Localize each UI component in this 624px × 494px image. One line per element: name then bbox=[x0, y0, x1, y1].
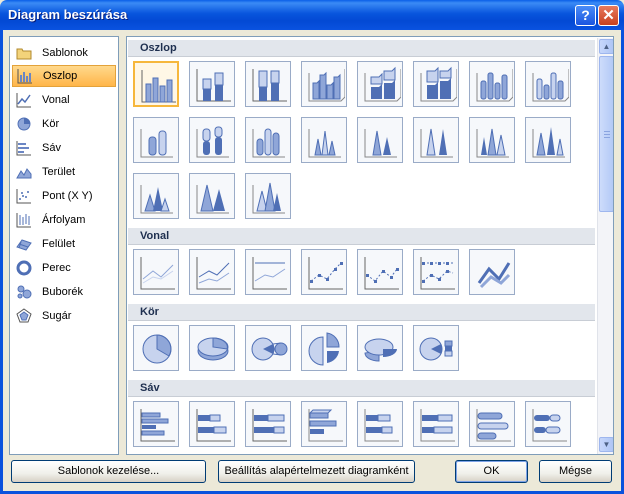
category-item-stock[interactable]: Árfolyam bbox=[12, 209, 116, 231]
category-item-bar[interactable]: Sáv bbox=[12, 137, 116, 159]
chart-thumb-pyramid-clustered[interactable] bbox=[133, 173, 179, 219]
chart-thumb-3d-100-stacked-column[interactable] bbox=[413, 61, 459, 107]
category-label: Pont (X Y) bbox=[42, 190, 93, 202]
chart-thumb-line-markers[interactable] bbox=[301, 249, 347, 295]
chart-thumb-100-stacked-bar[interactable] bbox=[245, 401, 291, 447]
chart-thumb-clustered-column[interactable] bbox=[133, 61, 179, 107]
chart-thumb-bar-of-pie[interactable] bbox=[413, 325, 459, 371]
close-button[interactable]: ✕ bbox=[598, 5, 619, 26]
chart-thumb-cone-stacked[interactable] bbox=[357, 117, 403, 163]
stock-chart-icon bbox=[16, 212, 32, 228]
chart-thumb-cylinder-stacked-bar[interactable] bbox=[525, 401, 571, 447]
manage-templates-button[interactable]: Sablonok kezelése... bbox=[11, 460, 206, 483]
bubble-chart-icon bbox=[16, 284, 32, 300]
chart-thumb-3d-cone-alt[interactable] bbox=[525, 117, 571, 163]
cancel-button[interactable]: Mégse bbox=[539, 460, 612, 483]
doughnut-chart-icon bbox=[16, 260, 32, 276]
chart-thumb-3d-stacked-bar[interactable] bbox=[357, 401, 403, 447]
scroll-thumb[interactable] bbox=[599, 56, 613, 212]
chart-thumb-3d-cone[interactable] bbox=[469, 117, 515, 163]
category-label: Felület bbox=[42, 238, 76, 250]
line-chart-icon bbox=[16, 92, 32, 108]
title-bar: Diagram beszúrása ? ✕ bbox=[0, 0, 624, 30]
chart-thumb-cylinder-100-stacked[interactable] bbox=[245, 117, 291, 163]
chart-thumb-stacked-bar[interactable] bbox=[189, 401, 235, 447]
category-item-templates[interactable]: Sablonok bbox=[12, 42, 116, 64]
folder-icon bbox=[16, 45, 32, 61]
chart-thumb-stacked-line[interactable] bbox=[189, 249, 235, 295]
category-label: Terület bbox=[42, 166, 76, 178]
category-item-scatter[interactable]: Pont (X Y) bbox=[12, 185, 116, 207]
chart-thumb-3d-cylinder-clustered[interactable] bbox=[469, 61, 515, 107]
category-label: Kör bbox=[42, 118, 60, 130]
pie-chart-icon bbox=[16, 116, 32, 132]
chart-thumb-pie-of-pie[interactable] bbox=[245, 325, 291, 371]
category-label: Sáv bbox=[42, 142, 61, 154]
chart-thumb-100-stacked-line[interactable] bbox=[245, 249, 291, 295]
section-header-line: Vonal bbox=[128, 228, 595, 245]
radar-chart-icon bbox=[16, 308, 32, 324]
category-label: Oszlop bbox=[43, 70, 78, 82]
chart-thumb-pyramid-stacked[interactable] bbox=[189, 173, 235, 219]
chart-thumb-3d-100-stacked-bar[interactable] bbox=[413, 401, 459, 447]
area-chart-icon bbox=[16, 164, 32, 180]
category-item-surface[interactable]: Felület bbox=[12, 233, 116, 255]
chart-thumb-line[interactable] bbox=[133, 249, 179, 295]
chart-thumb-3d-line[interactable] bbox=[469, 249, 515, 295]
ok-button[interactable]: OK bbox=[455, 460, 528, 483]
category-item-area[interactable]: Terület bbox=[12, 161, 116, 183]
chart-thumb-cone-clustered[interactable] bbox=[301, 117, 347, 163]
chart-thumb-3d-clustered-column[interactable] bbox=[301, 61, 347, 107]
scatter-chart-icon bbox=[16, 188, 32, 204]
category-label: Sugár bbox=[42, 310, 72, 322]
chart-thumb-cylinder-clustered[interactable] bbox=[133, 117, 179, 163]
category-label: Árfolyam bbox=[42, 214, 86, 226]
section-header-bar: Sáv bbox=[128, 380, 595, 397]
chart-thumb-stacked-line-markers[interactable] bbox=[357, 249, 403, 295]
category-item-pie[interactable]: Kör bbox=[12, 113, 116, 135]
chart-thumb-pie[interactable] bbox=[133, 325, 179, 371]
category-label: Vonal bbox=[42, 94, 70, 106]
section-header-pie: Kör bbox=[128, 304, 595, 321]
scroll-up-icon[interactable]: ▲ bbox=[599, 39, 613, 54]
section-header-column: Oszlop bbox=[128, 40, 595, 57]
chart-thumb-pyramid-100-stacked[interactable] bbox=[245, 173, 291, 219]
window-title: Diagram beszúrása bbox=[8, 7, 128, 22]
chart-thumb-exploded-pie[interactable] bbox=[301, 325, 347, 371]
category-item-line[interactable]: Vonal bbox=[12, 89, 116, 111]
category-item-doughnut[interactable]: Perec bbox=[12, 257, 116, 279]
category-item-radar[interactable]: Sugár bbox=[12, 305, 116, 327]
chart-thumb-cylinder-stacked[interactable] bbox=[189, 117, 235, 163]
chart-type-gallery[interactable]: Oszlop Vonal Kör Sáv ▲ ▼ bbox=[126, 36, 614, 455]
chart-thumb-cylinder-bar[interactable] bbox=[469, 401, 515, 447]
chart-thumb-stacked-column[interactable] bbox=[189, 61, 235, 107]
chart-thumb-cone-100-stacked[interactable] bbox=[413, 117, 459, 163]
help-button[interactable]: ? bbox=[575, 5, 596, 26]
category-label: Buborék bbox=[42, 286, 83, 298]
category-item-column[interactable]: Oszlop bbox=[12, 65, 116, 87]
chart-thumb-3d-stacked-column[interactable] bbox=[357, 61, 403, 107]
chart-thumb-100-stacked-line-markers[interactable] bbox=[413, 249, 459, 295]
chart-thumb-3d-clustered-bar[interactable] bbox=[301, 401, 347, 447]
column-chart-icon bbox=[17, 68, 33, 84]
chart-thumb-100-stacked-column[interactable] bbox=[245, 61, 291, 107]
scroll-down-icon[interactable]: ▼ bbox=[599, 437, 613, 452]
bar-chart-icon bbox=[16, 140, 32, 156]
set-default-chart-button[interactable]: Beállítás alapértelmezett diagramként bbox=[218, 460, 415, 483]
chart-thumb-clustered-bar[interactable] bbox=[133, 401, 179, 447]
category-label: Sablonok bbox=[42, 47, 88, 59]
gallery-scrollbar[interactable]: ▲ ▼ bbox=[597, 38, 613, 454]
chart-thumb-3d-column[interactable] bbox=[525, 61, 571, 107]
category-label: Perec bbox=[42, 262, 71, 274]
surface-chart-icon bbox=[16, 236, 32, 252]
chart-thumb-3d-exploded-pie[interactable] bbox=[357, 325, 403, 371]
category-item-bubble[interactable]: Buborék bbox=[12, 281, 116, 303]
chart-category-list[interactable]: Sablonok Oszlop Vonal Kör Sáv Terület Po… bbox=[9, 36, 119, 455]
chart-thumb-3d-pie[interactable] bbox=[189, 325, 235, 371]
